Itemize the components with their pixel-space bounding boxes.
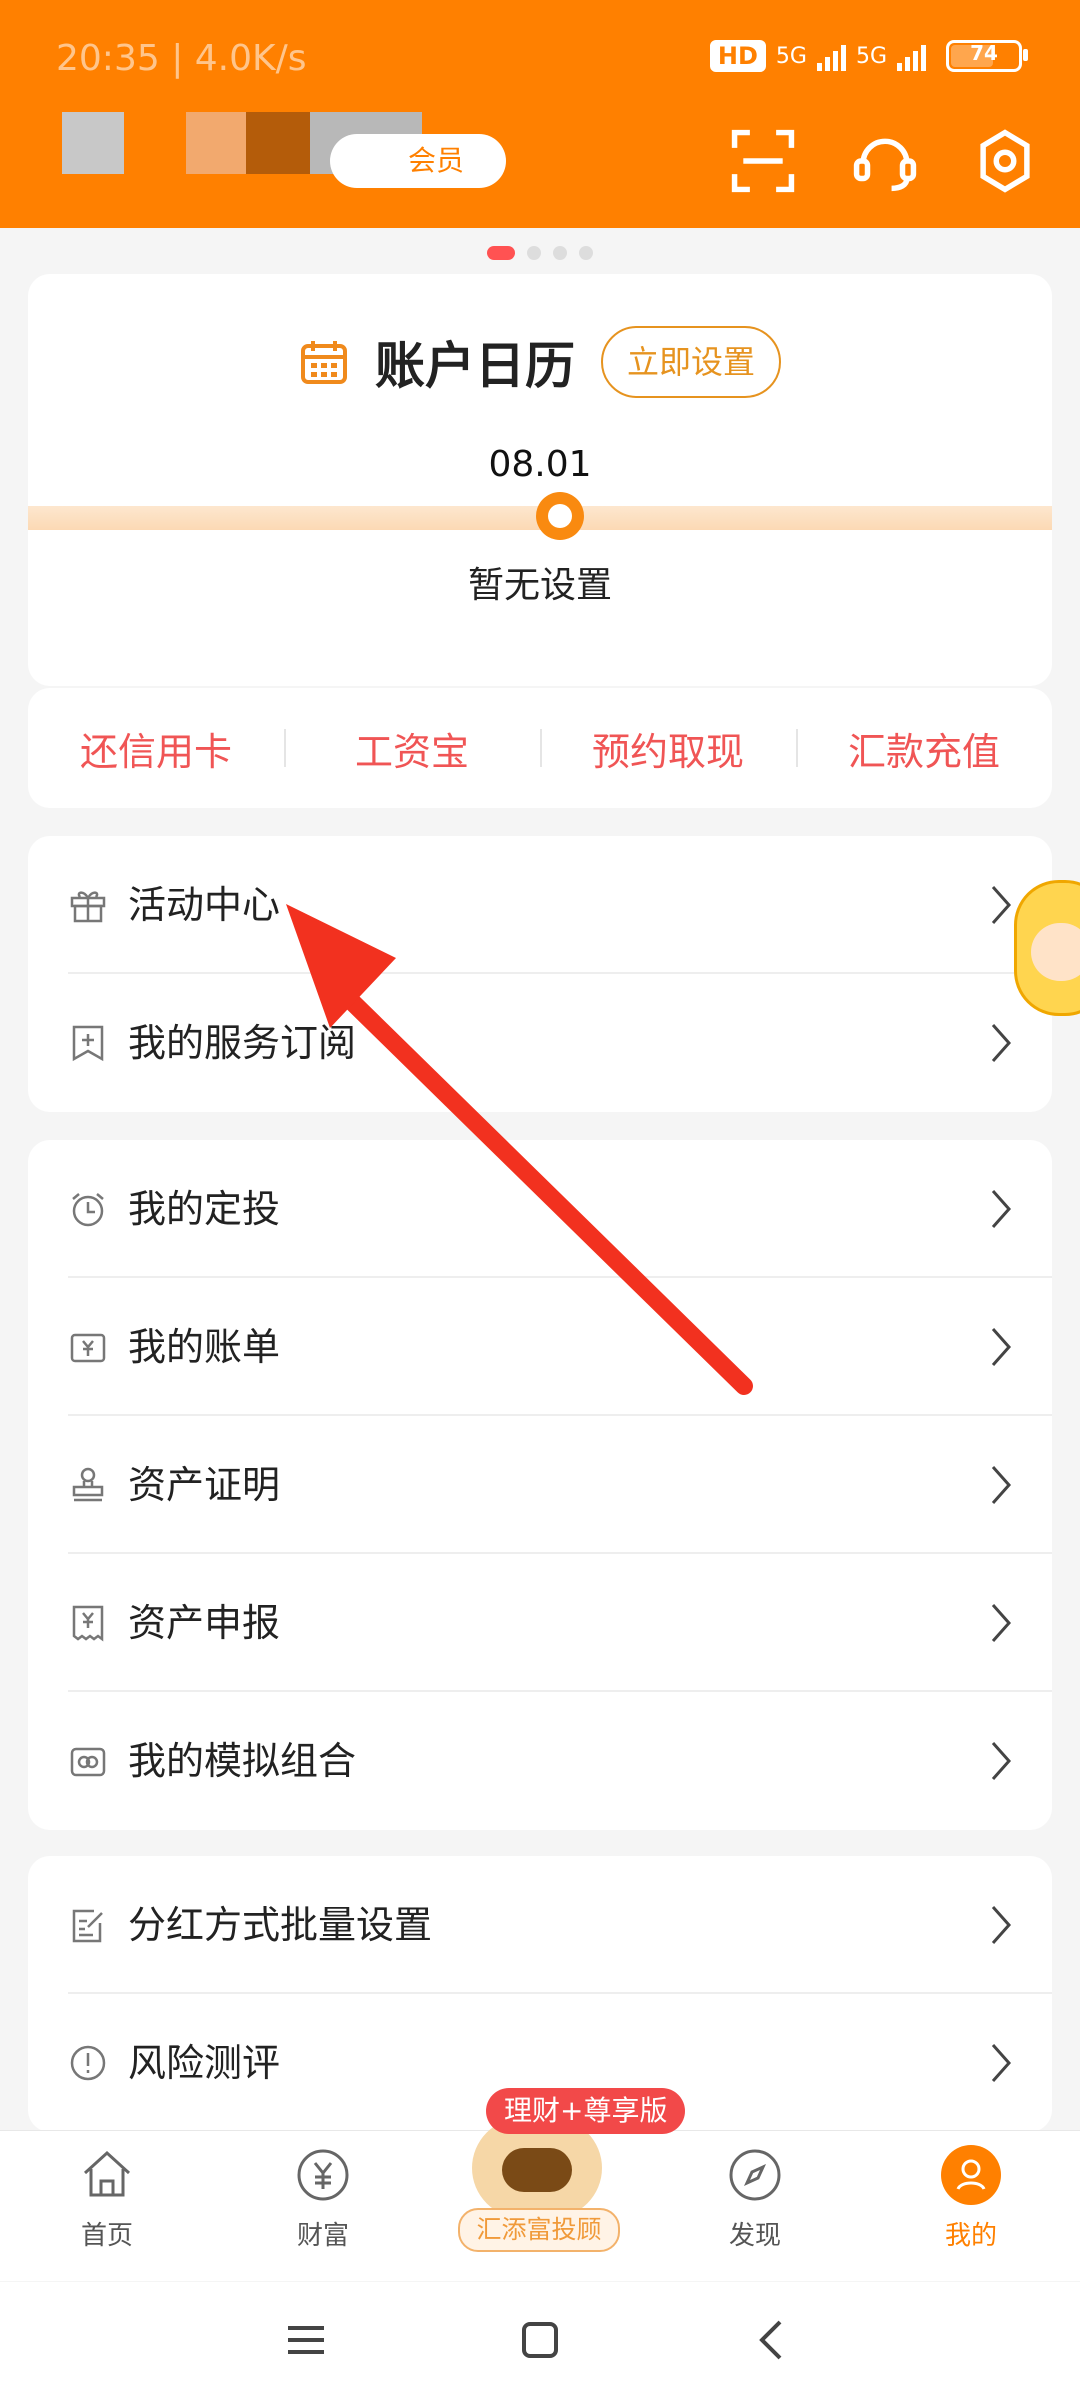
receipt-icon — [68, 1603, 108, 1643]
floating-mascot-badge[interactable] — [1014, 880, 1080, 1016]
menu-item-label: 我的定投 — [128, 1187, 281, 1231]
status-indicators: HD 5G 5G 74 — [709, 40, 1028, 72]
menu-icon[interactable] — [282, 2316, 330, 2364]
compass-icon — [725, 2145, 785, 2205]
chevron-right-icon — [990, 1739, 1012, 1783]
menu-item-asset-declaration[interactable]: 资产申报 — [28, 1554, 1052, 1692]
username-blur — [186, 112, 248, 174]
menu-item-activity-center[interactable]: 活动中心 — [28, 836, 1052, 974]
menu-item-label: 风险测评 — [128, 2041, 281, 2085]
network-5g-label-2: 5G — [855, 43, 887, 69]
wealth-icon — [293, 2145, 353, 2205]
alarm-clock-icon — [68, 1189, 108, 1229]
hd-icon: HD — [709, 40, 766, 72]
shortcut-bar: 还信用卡 工资宝 预约取现 汇款充值 — [28, 688, 1052, 808]
home-icon — [77, 2145, 137, 2205]
system-navigation-bar — [0, 2282, 1080, 2400]
status-bar: 20:35 | 4.0K/s HD 5G 5G 74 — [0, 0, 1080, 110]
username-blur — [246, 112, 312, 174]
calendar-date: 08.01 — [488, 444, 592, 485]
vip-badge[interactable]: 会员 — [330, 134, 506, 188]
signal-icon-2 — [897, 41, 926, 71]
settings-icon[interactable] — [970, 126, 1040, 196]
chevron-right-icon — [990, 1021, 1012, 1065]
bill-icon — [68, 1327, 108, 1367]
menu-item-label: 我的服务订阅 — [128, 1021, 357, 1065]
nav-wealth[interactable]: 财富 — [248, 2145, 398, 2275]
menu-item-label: 我的账单 — [128, 1325, 281, 1369]
nav-discover[interactable]: 发现 — [680, 2145, 830, 2275]
menu-item-label: 资产证明 — [128, 1463, 281, 1507]
chevron-right-icon — [990, 2041, 1012, 2085]
menu-group-2: 我的定投 我的账单 资产证明 资产申报 我的模拟组合 — [28, 1140, 1052, 1830]
chevron-right-icon — [990, 1325, 1012, 1369]
app-header: 20:35 | 4.0K/s HD 5G 5G 74 会员 — [0, 0, 1080, 228]
gift-icon — [68, 885, 108, 925]
battery-level: 74 — [970, 41, 998, 65]
simulation-icon — [68, 1741, 108, 1781]
nav-label: 财富 — [296, 2221, 349, 2251]
chevron-right-icon — [990, 1463, 1012, 1507]
scan-icon[interactable] — [728, 126, 798, 196]
account-calendar-card: 账户日历 立即设置 08.01 暂无设置 — [28, 274, 1052, 686]
menu-item-label: 我的模拟组合 — [128, 1739, 357, 1783]
calendar-title: 账户日历 — [374, 337, 575, 395]
warning-circle-icon — [68, 2043, 108, 2083]
edit-doc-icon — [68, 1905, 108, 1945]
shortcut-remit-topup[interactable]: 汇款充值 — [796, 721, 1052, 776]
nav-mine[interactable]: 我的 — [896, 2145, 1046, 2275]
shortcut-repay-credit-card[interactable]: 还信用卡 — [28, 721, 284, 776]
signal-icon — [816, 41, 846, 71]
menu-item-service-subscription[interactable]: 我的服务订阅 — [28, 974, 1052, 1112]
menu-item-label: 分红方式批量设置 — [128, 1903, 433, 1947]
shortcut-scheduled-withdrawal[interactable]: 预约取现 — [540, 721, 796, 776]
menu-group-1: 活动中心 我的服务订阅 — [28, 836, 1052, 1112]
menu-item-simulated-portfolio[interactable]: 我的模拟组合 — [28, 1692, 1052, 1830]
nav-home[interactable]: 首页 — [32, 2145, 182, 2275]
nav-label: 发现 — [728, 2221, 781, 2251]
carousel-dot — [579, 246, 593, 260]
home-square-icon[interactable] — [516, 2316, 564, 2364]
menu-item-my-auto-invest[interactable]: 我的定投 — [28, 1140, 1052, 1278]
back-icon[interactable] — [748, 2316, 796, 2364]
chevron-right-icon — [990, 1187, 1012, 1231]
stamp-icon — [68, 1465, 108, 1505]
chevron-right-icon — [990, 1903, 1012, 1947]
calendar-status: 暂无设置 — [467, 565, 612, 606]
promo-tag[interactable]: 理财+尊享版 — [486, 2088, 686, 2134]
carousel-dot — [527, 246, 541, 260]
status-time: 20:35 | 4.0K/s — [56, 38, 307, 79]
chevron-right-icon — [990, 883, 1012, 927]
shortcut-salary-treasure[interactable]: 工资宝 — [284, 721, 540, 776]
headset-icon[interactable] — [850, 126, 920, 196]
battery-icon: 74 — [946, 40, 1028, 72]
user-icon — [941, 2145, 1001, 2205]
set-now-button[interactable]: 立即设置 — [600, 326, 781, 398]
menu-item-dividend-batch-setting[interactable]: 分红方式批量设置 — [28, 1856, 1052, 1994]
carousel-dot — [553, 246, 567, 260]
menu-item-label: 活动中心 — [128, 883, 281, 927]
carousel-dot — [487, 246, 515, 260]
chevron-right-icon — [990, 1601, 1012, 1645]
carousel-indicator — [0, 246, 1080, 260]
nav-label: 首页 — [80, 2221, 133, 2251]
avatar[interactable] — [62, 112, 124, 174]
calendar-icon — [299, 337, 349, 387]
timeline-marker[interactable] — [536, 492, 584, 540]
nav-label: 我的 — [944, 2221, 997, 2251]
menu-item-label: 资产申报 — [128, 1601, 281, 1645]
nav-advisor-label[interactable]: 汇添富投顾 — [458, 2208, 620, 2252]
network-5g-label: 5G — [775, 43, 807, 69]
menu-item-my-bills[interactable]: 我的账单 — [28, 1278, 1052, 1416]
menu-item-asset-certificate[interactable]: 资产证明 — [28, 1416, 1052, 1554]
bookmark-plus-icon — [68, 1023, 108, 1063]
